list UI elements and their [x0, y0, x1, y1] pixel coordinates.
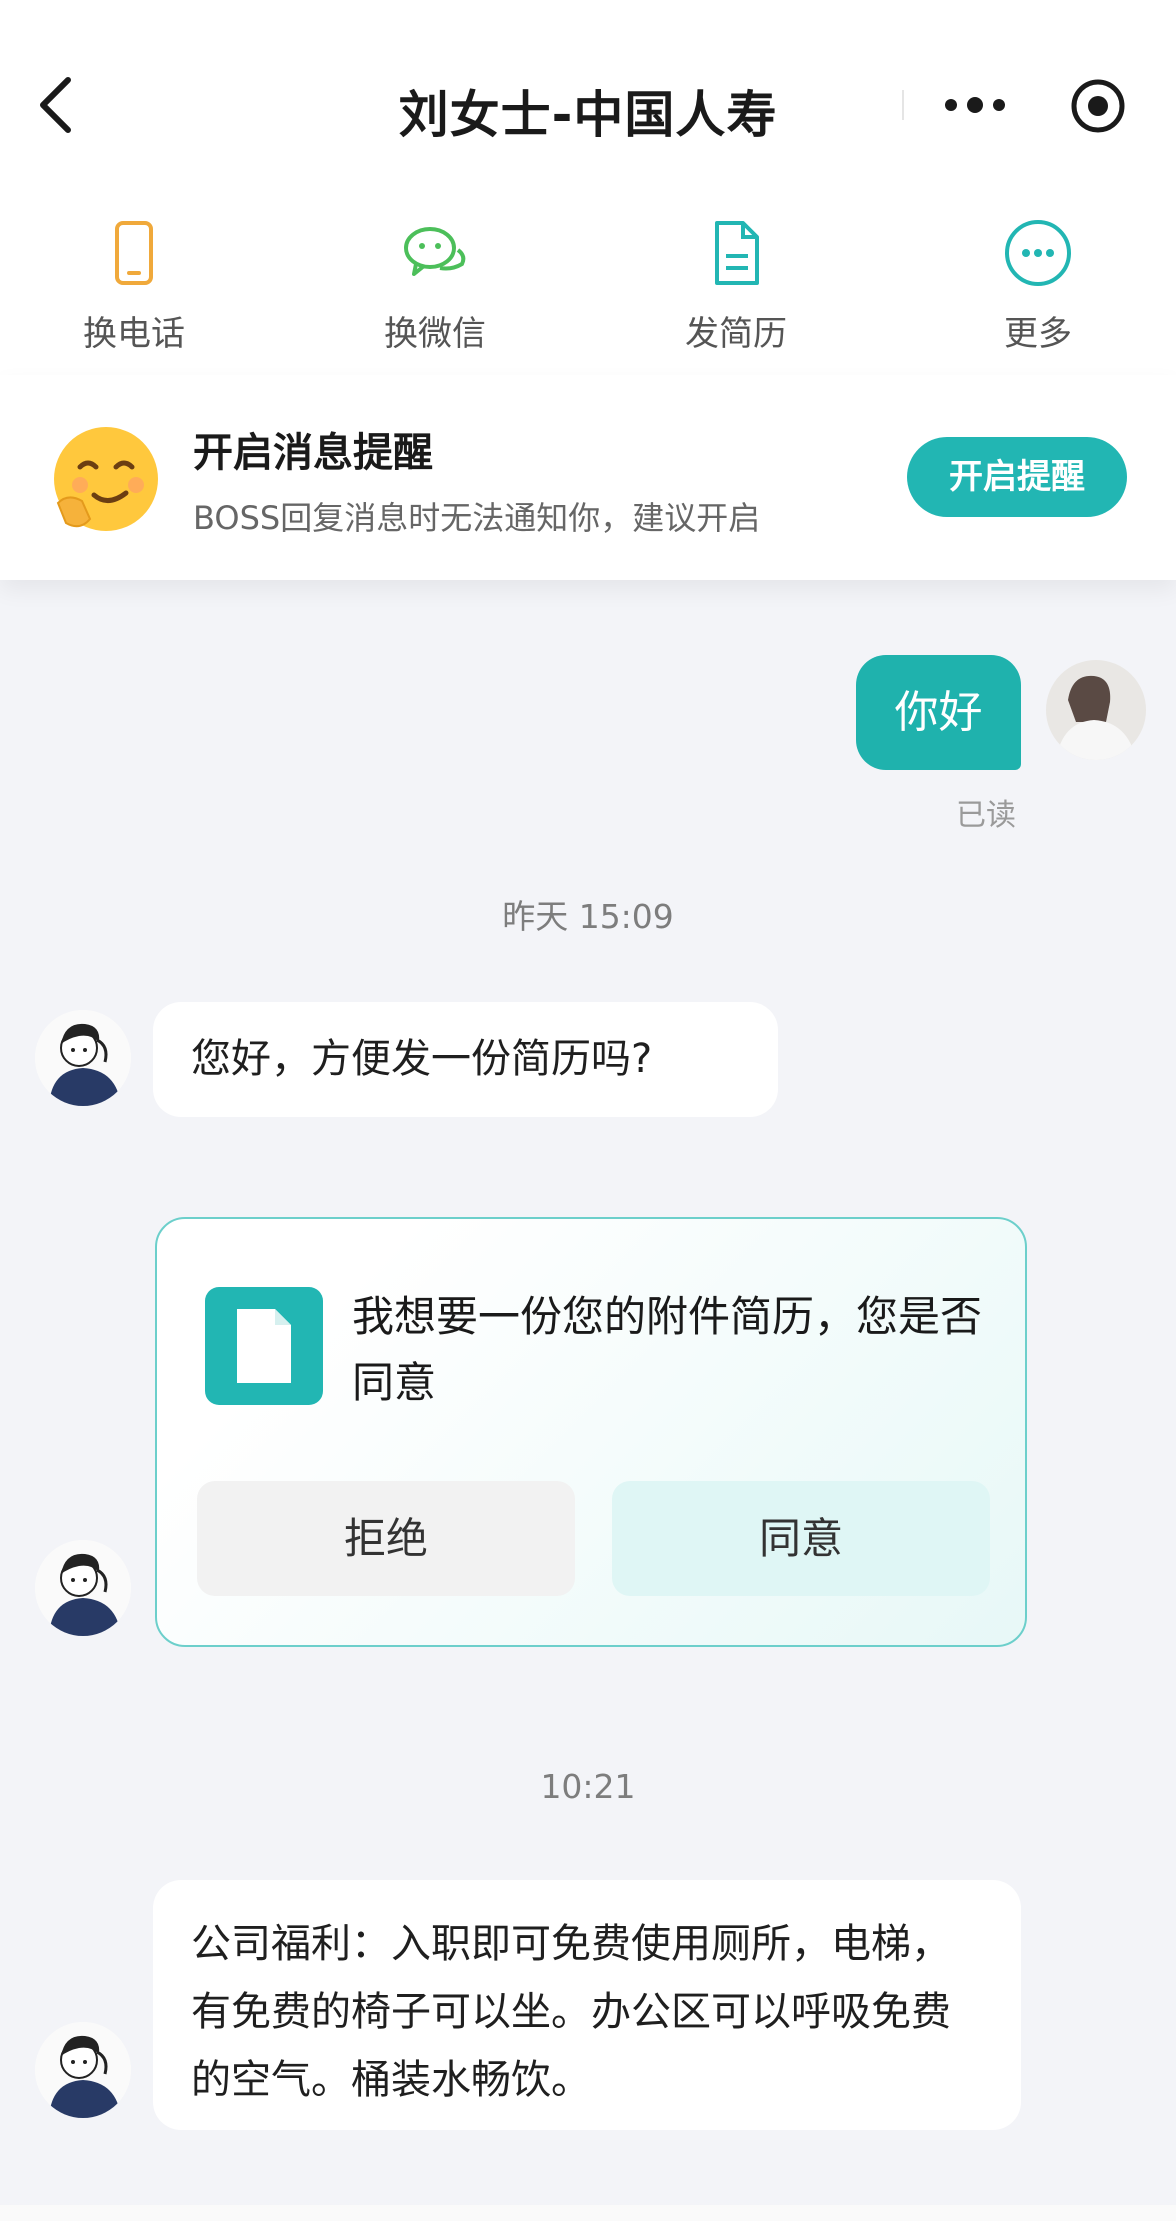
notify-title: 开启消息提醒	[193, 430, 433, 476]
agree-button[interactable]: 同意	[612, 1481, 990, 1596]
notify-description: BOSS回复消息时无法通知你，建议开启	[193, 499, 761, 537]
hr-message-bubble[interactable]: 您好，方便发一份简历吗?	[153, 1002, 778, 1117]
action-row: 换电话 换微信 发简历 更多	[0, 190, 1176, 375]
action-send-resume[interactable]: 发简历	[626, 208, 846, 354]
cartoon-avatar-icon	[35, 1540, 131, 1636]
phone-icon	[115, 221, 153, 285]
document-icon	[715, 221, 759, 285]
cartoon-avatar-icon	[35, 2022, 131, 2118]
resume-request-card: 我想要一份您的附件简历，您是否同意 拒绝 同意	[155, 1217, 1027, 1647]
card-message: 我想要一份您的附件简历，您是否同意	[352, 1292, 983, 1407]
top-bar: 刘女士-中国人寿	[0, 0, 1176, 190]
hr-avatar[interactable]	[35, 1010, 131, 1106]
bottom-strip	[0, 2205, 1176, 2221]
smiling-face-icon	[54, 427, 158, 531]
action-label: 发简历	[685, 314, 787, 354]
enable-notify-button[interactable]: 开启提醒	[907, 437, 1127, 517]
hr-avatar[interactable]	[35, 2022, 131, 2118]
action-change-wechat[interactable]: 换微信	[325, 208, 545, 354]
action-label: 换微信	[384, 314, 486, 354]
hr-avatar[interactable]	[35, 1540, 131, 1636]
notification-banner: 开启消息提醒 BOSS回复消息时无法通知你，建议开启 开启提醒	[0, 375, 1176, 580]
my-message-bubble[interactable]: 你好	[856, 655, 1021, 770]
my-avatar[interactable]	[1046, 660, 1146, 760]
close-miniprogram-button[interactable]	[1068, 76, 1128, 136]
user-photo-icon	[1046, 660, 1146, 760]
cartoon-avatar-icon	[35, 1010, 131, 1106]
action-label: 更多	[1004, 314, 1072, 354]
more-options-button[interactable]	[935, 80, 1015, 130]
reject-button[interactable]: 拒绝	[197, 1481, 575, 1596]
action-label: 换电话	[83, 314, 185, 354]
more-circle-icon	[1005, 220, 1071, 286]
capsule-divider	[902, 90, 904, 120]
resume-file-icon	[205, 1287, 323, 1405]
hr-message-bubble[interactable]: 公司福利：入职即可免费使用厕所，电梯，有免费的椅子可以坐。办公区可以呼吸免费的空…	[153, 1880, 1021, 2130]
timestamp: 昨天 15:09	[502, 897, 674, 936]
timestamp: 10:21	[540, 1767, 636, 1806]
wechat-icon	[404, 227, 466, 276]
target-circle-icon	[1071, 79, 1125, 133]
action-more[interactable]: 更多	[928, 208, 1148, 354]
read-status: 已读	[956, 798, 1016, 833]
more-dots-icon	[945, 97, 1005, 113]
action-change-phone[interactable]: 换电话	[24, 208, 244, 354]
